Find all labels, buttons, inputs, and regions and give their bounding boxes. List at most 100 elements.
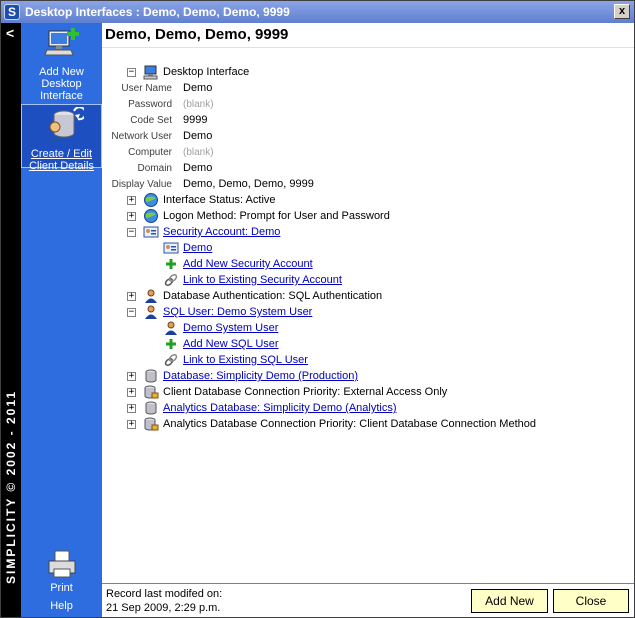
collapse-toggle[interactable]: − — [127, 67, 136, 77]
tree-item-database[interactable]: + Database: Simplicity Demo (Production) — [127, 368, 358, 384]
expand-toggle[interactable]: + — [127, 387, 136, 397]
tree-item-interface-status[interactable]: + Interface Status: Active — [127, 192, 276, 208]
printer-icon — [48, 550, 75, 578]
plus-icon — [163, 336, 179, 352]
brand-label: SIMPLICITY © 2002 - 2011 — [4, 389, 18, 585]
database-lock-icon — [143, 384, 159, 400]
print-label: Print — [50, 582, 73, 594]
globe-icon — [143, 192, 159, 208]
modified-label: Record last modifed on: — [106, 588, 223, 600]
add-new-desktop-interface-label: Add New Desktop Interface — [39, 66, 84, 102]
expand-toggle[interactable]: + — [127, 211, 136, 221]
security-demo-link[interactable]: Demo — [183, 242, 212, 254]
prop-label-network-user: Network User — [111, 131, 172, 142]
collapse-toggle[interactable]: − — [127, 227, 136, 237]
close-window-button[interactable]: x — [614, 4, 630, 19]
brand-strip: < SIMPLICITY © 2002 - 2011 — [1, 23, 21, 617]
computer-icon — [143, 64, 159, 80]
create-edit-client-details-button[interactable]: Create / Edit Client Details — [21, 104, 102, 172]
add-sql-user-link[interactable]: Add New SQL User — [183, 338, 279, 350]
id-card-icon — [143, 224, 159, 240]
tree-item-client-db-priority[interactable]: + Client Database Connection Priority: E… — [127, 384, 447, 400]
tree-item-sql-demo-user[interactable]: Demo System User — [163, 320, 278, 336]
create-edit-client-details-label: Create / Edit Client Details — [29, 148, 94, 172]
prop-label-display-value: Display Value — [111, 179, 172, 190]
prop-value-user-name: Demo — [183, 82, 213, 94]
expand-toggle[interactable]: + — [127, 195, 136, 205]
add-new-desktop-interface-button[interactable]: Add New Desktop Interface — [21, 27, 102, 102]
page-title: Demo, Demo, Demo, 9999 — [105, 26, 289, 43]
chain-link-icon — [163, 352, 179, 368]
security-account-link[interactable]: Security Account: Demo — [163, 226, 280, 238]
tree-item-analytics-database[interactable]: + Analytics Database: Simplicity Demo (A… — [127, 400, 397, 416]
tree-item-link-security-account[interactable]: Link to Existing Security Account — [163, 272, 342, 288]
prop-value-password: (blank) — [183, 99, 214, 110]
plus-icon — [163, 256, 179, 272]
user-icon — [163, 320, 179, 336]
link-sql-user-link[interactable]: Link to Existing SQL User — [183, 354, 308, 366]
globe-icon — [143, 208, 159, 224]
tree-item-add-security-account[interactable]: Add New Security Account — [163, 256, 313, 272]
prop-value-network-user: Demo — [183, 130, 213, 142]
close-button[interactable]: Close — [553, 589, 629, 613]
tree-item-label: Interface Status: Active — [163, 194, 276, 206]
print-button[interactable]: Print — [21, 549, 102, 595]
prop-value-domain: Demo — [183, 162, 213, 174]
tree-root: − Desktop Interface — [127, 64, 249, 80]
prop-label-code-set: Code Set — [130, 115, 172, 126]
sql-demo-user-link[interactable]: Demo System User — [183, 322, 278, 334]
database-icon — [143, 368, 159, 384]
chain-link-icon — [163, 272, 179, 288]
tree-item-label: Database Authentication: SQL Authenticat… — [163, 290, 383, 302]
add-security-account-link[interactable]: Add New Security Account — [183, 258, 313, 270]
title-bar[interactable]: S Desktop Interfaces : Demo, Demo, Demo,… — [1, 1, 634, 23]
back-arrow-icon[interactable]: < — [6, 25, 14, 41]
tree-item-add-sql-user[interactable]: Add New SQL User — [163, 336, 279, 352]
user-icon — [143, 304, 159, 320]
modified-value: 21 Sep 2009, 2:29 p.m. — [106, 602, 221, 614]
database-lock-icon — [143, 416, 159, 432]
app-window: S Desktop Interfaces : Demo, Demo, Demo,… — [0, 0, 635, 618]
prop-label-domain: Domain — [137, 163, 172, 174]
record-modified-info: Record last modifed on: 21 Sep 2009, 2:2… — [106, 587, 222, 615]
add-new-button[interactable]: Add New — [471, 589, 548, 613]
tree-item-analytics-db-priority[interactable]: + Analytics Database Connection Priority… — [127, 416, 536, 432]
help-label: Help — [50, 600, 73, 612]
sidebar: Add New Desktop Interface Create / Edit … — [21, 23, 102, 617]
prop-label-user-name: User Name — [121, 83, 172, 94]
expand-toggle[interactable]: + — [127, 371, 136, 381]
expand-toggle[interactable]: + — [127, 419, 136, 429]
details-panel: Demo, Demo, Demo, 9999 − Desktop Interfa… — [102, 23, 634, 583]
user-icon — [143, 288, 159, 304]
prop-label-password: Password — [128, 99, 172, 110]
tree-item-security-demo[interactable]: Demo — [163, 240, 212, 256]
database-icon — [143, 400, 159, 416]
tree-item-database-authentication[interactable]: + Database Authentication: SQL Authentic… — [127, 288, 382, 304]
id-card-icon — [163, 240, 179, 256]
expand-toggle[interactable]: + — [127, 403, 136, 413]
tree-item-label: Client Database Connection Priority: Ext… — [163, 386, 448, 398]
tree-item-link-sql-user[interactable]: Link to Existing SQL User — [163, 352, 308, 368]
tree-item-security-account[interactable]: − Security Account: Demo — [127, 224, 280, 240]
link-security-account-link[interactable]: Link to Existing Security Account — [183, 274, 342, 286]
tree-item-label: Logon Method: Prompt for User and Passwo… — [163, 210, 390, 222]
database-user-icon — [46, 106, 87, 141]
brand-text: SIMPLICITY © 2002 - 2011 — [3, 367, 19, 607]
expand-toggle[interactable]: + — [127, 291, 136, 301]
prop-value-code-set: 9999 — [183, 114, 208, 126]
footer-bar: Record last modifed on: 21 Sep 2009, 2:2… — [102, 583, 634, 617]
tree-item-label: Analytics Database Connection Priority: … — [163, 418, 536, 430]
tree-item-logon-method[interactable]: + Logon Method: Prompt for User and Pass… — [127, 208, 390, 224]
app-logo-icon: S — [4, 4, 20, 20]
analytics-database-link[interactable]: Analytics Database: Simplicity Demo (Ana… — [163, 402, 397, 414]
help-button[interactable]: Help — [21, 600, 102, 614]
sql-user-link[interactable]: SQL User: Demo System User — [163, 306, 312, 318]
collapse-toggle[interactable]: − — [127, 307, 136, 317]
tree-item-sql-user[interactable]: − SQL User: Demo System User — [127, 304, 312, 320]
window-title: Desktop Interfaces : Demo, Demo, Demo, 9… — [25, 5, 290, 19]
prop-value-display-value: Demo, Demo, Demo, 9999 — [183, 178, 314, 190]
tree-root-label: Desktop Interface — [163, 66, 250, 78]
database-link[interactable]: Database: Simplicity Demo (Production) — [163, 370, 358, 382]
prop-value-computer: (blank) — [183, 147, 214, 158]
prop-label-computer: Computer — [128, 147, 172, 158]
